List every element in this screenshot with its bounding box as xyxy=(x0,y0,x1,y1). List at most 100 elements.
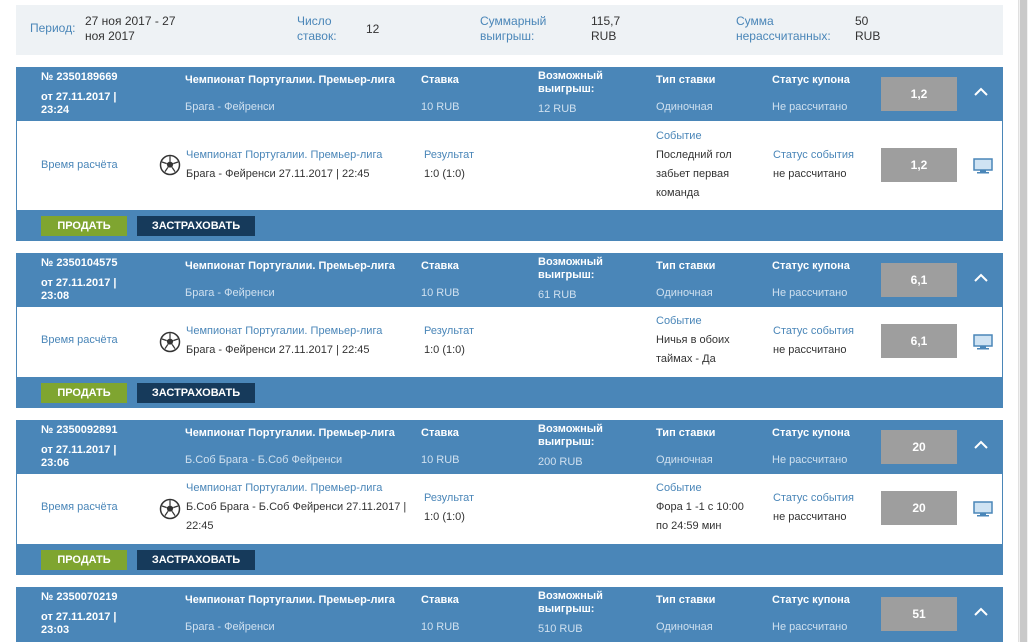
unsettled-currency: RUB xyxy=(855,29,881,43)
coupon-status-value: Не рассчитано xyxy=(772,621,848,633)
detail-coefficient-badge: 6,1 xyxy=(881,324,957,358)
sell-button[interactable]: ПРОДАТЬ xyxy=(41,216,127,236)
unsettled-label-line1: Сумма xyxy=(736,14,774,28)
stake-value: 10 RUB xyxy=(421,621,460,633)
result-label: Результат xyxy=(424,325,475,337)
bet-number: № 2350092891 xyxy=(41,424,118,436)
event-status-label: Статус события xyxy=(773,149,854,161)
event-line1: Фора 1 -1 с 10:00 xyxy=(656,501,744,513)
result-label: Результат xyxy=(424,149,475,161)
event-line2: забьет первая xyxy=(656,168,730,180)
vertical-scrollbar[interactable] xyxy=(1018,0,1028,642)
unsettled-value: 50 xyxy=(855,14,869,28)
bet-match: Брага - Фейренси xyxy=(185,287,275,299)
bet-count-value: 12 xyxy=(366,22,380,36)
insure-button[interactable]: ЗАСТРАХОВАТЬ xyxy=(137,550,255,570)
stake-value: 10 RUB xyxy=(421,101,460,113)
scrollbar-thumb[interactable] xyxy=(1020,0,1027,642)
bet-date-line1: от 27.11.2017 | xyxy=(41,91,117,103)
bet-number: № 2350189669 xyxy=(41,71,118,83)
possible-win-value: 510 RUB xyxy=(538,623,583,635)
insure-button[interactable]: ЗАСТРАХОВАТЬ xyxy=(137,216,255,236)
stake-value: 10 RUB xyxy=(421,454,460,466)
stake-label: Ставка xyxy=(421,74,459,86)
result-value: 1:0 (1:0) xyxy=(424,168,465,180)
result-value: 1:0 (1:0) xyxy=(424,511,465,523)
event-label: Событие xyxy=(656,482,702,494)
insure-button[interactable]: ЗАСТРАХОВАТЬ xyxy=(137,383,255,403)
detail-league[interactable]: Чемпионат Португалии. Премьер-лига xyxy=(186,322,382,341)
bet-league: Чемпионат Португалии. Премьер-лига xyxy=(185,260,395,272)
bet-card-header[interactable]: № 2350092891 от 27.11.2017 | 23:06 Чемпи… xyxy=(16,420,1003,474)
unsettled-label-line2: нерассчитанных: xyxy=(736,29,831,43)
bet-card-header[interactable]: № 2350070219 от 27.11.2017 | 23:03 Чемпи… xyxy=(16,587,1003,642)
coupon-status-label: Статус купона xyxy=(772,594,850,606)
bet-type-label: Тип ставки xyxy=(656,260,716,272)
chevron-up-icon[interactable] xyxy=(972,269,990,287)
calc-time-label: Время расчёта xyxy=(41,159,118,171)
monitor-icon[interactable] xyxy=(973,334,993,350)
chevron-up-icon[interactable] xyxy=(972,603,990,621)
result-value: 1:0 (1:0) xyxy=(424,344,465,356)
bet-card: № 2350189669 от 27.11.2017 | 23:24 Чемпи… xyxy=(16,67,1003,242)
coupon-status-label: Статус купона xyxy=(772,427,850,439)
possible-win-label-line2: выигрыш: xyxy=(538,83,595,95)
bet-details: Время расчёта Чемпионат Португалии. Прем… xyxy=(16,121,1003,210)
bet-count-label-line2: ставок: xyxy=(297,29,337,43)
event-status-label: Статус события xyxy=(773,492,854,504)
chevron-up-icon[interactable] xyxy=(972,83,990,101)
bet-count-label-line1: Число xyxy=(297,14,332,28)
bet-date-line2: 23:24 xyxy=(41,104,70,116)
bet-type-value: Одиночная xyxy=(656,101,713,113)
monitor-icon[interactable] xyxy=(973,501,993,517)
stake-label: Ставка xyxy=(421,594,459,606)
bet-type-label: Тип ставки xyxy=(656,427,716,439)
bet-card: № 2350070219 от 27.11.2017 | 23:03 Чемпи… xyxy=(16,587,1003,642)
soccer-ball-icon xyxy=(159,498,181,520)
bet-date-line2: 23:06 xyxy=(41,457,70,469)
sell-button[interactable]: ПРОДАТЬ xyxy=(41,550,127,570)
coupon-status-value: Не рассчитано xyxy=(772,454,848,466)
event-line3: команда xyxy=(656,187,700,199)
possible-win-label-line1: Возможный xyxy=(538,70,603,82)
coupon-status-value: Не рассчитано xyxy=(772,287,848,299)
chevron-up-icon[interactable] xyxy=(972,436,990,454)
bet-match: Брага - Фейренси xyxy=(185,621,275,633)
bet-date-line1: от 27.11.2017 | xyxy=(41,277,117,289)
total-win-value: 115,7 xyxy=(591,14,621,28)
bet-card-header[interactable]: № 2350104575 от 27.11.2017 | 23:08 Чемпи… xyxy=(16,253,1003,307)
period-label: Период: xyxy=(30,21,76,35)
total-win-currency: RUB xyxy=(591,29,617,43)
monitor-icon[interactable] xyxy=(973,158,993,174)
detail-coefficient-badge: 1,2 xyxy=(881,148,957,182)
bet-actions: ПРОДАТЬ ЗАСТРАХОВАТЬ xyxy=(16,377,1003,408)
bet-type-value: Одиночная xyxy=(656,621,713,633)
bet-details: Время расчёта Чемпионат Португалии. Прем… xyxy=(16,474,1003,544)
soccer-ball-icon xyxy=(159,331,181,353)
detail-match-time: 22:45 xyxy=(186,520,214,532)
event-status-value: не рассчитано xyxy=(773,168,847,180)
possible-win-label-line2: выигрыш: xyxy=(538,603,595,615)
sell-button[interactable]: ПРОДАТЬ xyxy=(41,383,127,403)
bet-card-header[interactable]: № 2350189669 от 27.11.2017 | 23:24 Чемпи… xyxy=(16,67,1003,121)
total-win-label-line2: выигрыш: xyxy=(480,29,535,43)
bet-actions: ПРОДАТЬ ЗАСТРАХОВАТЬ xyxy=(16,544,1003,575)
possible-win-label-line1: Возможный xyxy=(538,256,603,268)
coefficient-badge: 20 xyxy=(881,430,957,464)
coefficient-badge: 51 xyxy=(881,597,957,631)
detail-league[interactable]: Чемпионат Португалии. Премьер-лига xyxy=(186,479,382,498)
bet-league: Чемпионат Португалии. Премьер-лига xyxy=(185,74,395,86)
detail-league[interactable]: Чемпионат Португалии. Премьер-лига xyxy=(186,146,382,165)
bet-type-value: Одиночная xyxy=(656,454,713,466)
bet-match: Б.Соб Брага - Б.Соб Фейренси xyxy=(185,454,343,466)
possible-win-label-line1: Возможный xyxy=(538,590,603,602)
coefficient-badge: 1,2 xyxy=(881,77,957,111)
period-value-line2: ноя 2017 xyxy=(85,29,135,43)
event-status-label: Статус события xyxy=(773,325,854,337)
coupon-status-value: Не рассчитано xyxy=(772,101,848,113)
calc-time-label: Время расчёта xyxy=(41,334,118,346)
result-label: Результат xyxy=(424,492,475,504)
bet-details: Время расчёта Чемпионат Португалии. Прем… xyxy=(16,307,1003,377)
bet-date-line2: 23:08 xyxy=(41,290,70,302)
bet-actions: ПРОДАТЬ ЗАСТРАХОВАТЬ xyxy=(16,210,1003,241)
